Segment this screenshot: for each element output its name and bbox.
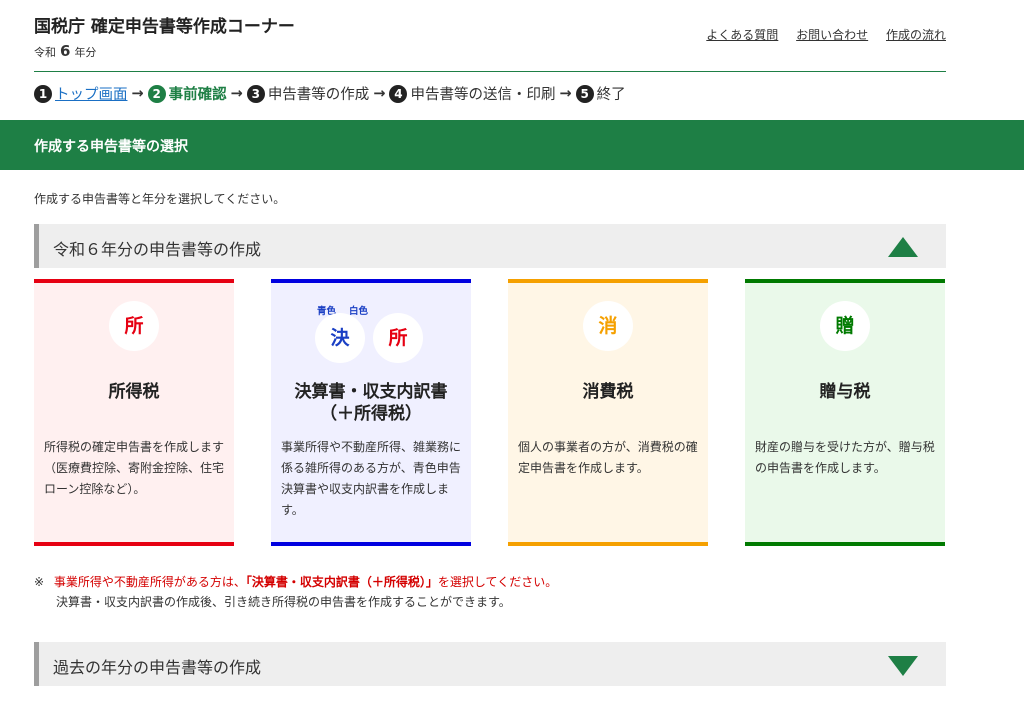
card-title: 消費税 — [582, 382, 634, 402]
collapse-triangle-icon[interactable] — [888, 237, 918, 257]
step-number-4: 4 — [389, 84, 408, 103]
step-number-5: 5 — [575, 84, 594, 103]
current-year-accordion[interactable]: 令和６年分の申告書等の作成 — [34, 224, 946, 268]
consumption-tax-icon: 消 — [583, 301, 633, 351]
card-title-sub: （＋所得税） — [320, 404, 422, 424]
step-number-1: 1 — [34, 84, 52, 103]
card-description: 財産の贈与を受けた方が、贈与税の申告書を作成します。 — [755, 440, 935, 475]
arrow-icon: → — [230, 85, 243, 102]
card-description: 事業所得や不動産所得、雑業務に係る雑所得のある方が、青色申告決算書や収支内訳書を… — [281, 440, 462, 517]
step-number-2: 2 — [147, 84, 166, 103]
note-line-1: ※ 事業所得や不動産所得がある方は、「決算書・収支内訳書（＋所得税）」を選択して… — [34, 575, 558, 589]
card-income-tax[interactable]: 所 所得税 所得税の確定申告書を作成します（医療費控除、寄附金控除、住宅ローン控… — [34, 279, 234, 546]
instruction-text: 作成する申告書等と年分を選択してください。 — [34, 192, 286, 206]
contact-link[interactable]: お問い合わせ — [796, 28, 868, 42]
progress-steps: 1 トップ画面 → 2 事前確認 → 3 申告書等の作成 → 4 申告書等の送信… — [34, 83, 626, 104]
site-title: 国税庁 確定申告書等作成コーナー — [34, 17, 295, 37]
era-year: 令和 6 年分 — [34, 42, 97, 60]
accordion-title: 過去の年分の申告書等の作成 — [53, 658, 262, 677]
arrow-icon: → — [373, 85, 386, 102]
income-tax-icon: 所 — [373, 313, 423, 363]
card-description: 所得税の確定申告書を作成します（医療費控除、寄附金控除、住宅ローン控除など）。 — [44, 440, 225, 496]
income-tax-icon: 所 — [109, 301, 159, 351]
accordion-title: 令和６年分の申告書等の作成 — [53, 240, 262, 259]
site-header: 国税庁 確定申告書等作成コーナー 令和 6 年分 よくある質問 お問い合わせ 作成の… — [34, 0, 946, 72]
note-mark: ※ — [34, 575, 45, 589]
gift-tax-icon: 贈 — [820, 301, 870, 351]
flow-link[interactable]: 作成の流れ — [886, 28, 946, 42]
past-years-accordion[interactable]: 過去の年分の申告書等の作成 — [34, 642, 946, 686]
card-gift-tax[interactable]: 贈 贈与税 財産の贈与を受けた方が、贈与税の申告書を作成します。 — [745, 279, 945, 546]
card-title: 贈与税 — [819, 382, 871, 402]
step-label: 申告書等の送信・印刷 — [410, 87, 556, 103]
card-title: 所得税 — [108, 382, 160, 402]
arrow-icon: → — [559, 85, 572, 102]
arrow-icon: → — [131, 85, 144, 102]
step-top-link[interactable]: トップ画面 — [55, 83, 128, 104]
financial-statement-icon: 決 — [315, 313, 365, 363]
step-label: 申告書等の作成 — [267, 87, 370, 103]
step-label: 終了 — [596, 87, 626, 103]
note-emphasis: 「決算書・収支内訳書（＋所得税）」 — [245, 575, 438, 589]
faq-link[interactable]: よくある質問 — [706, 28, 778, 42]
section-header-bar: 作成する申告書等の選択 — [0, 120, 1024, 170]
step-current: 事前確認 — [168, 87, 227, 103]
note-line-2: 決算書・収支内訳書の作成後、引き続き所得税の申告書を作成することができます。 — [56, 595, 511, 609]
card-consumption-tax[interactable]: 消 消費税 個人の事業者の方が、消費税の確定申告書を作成します。 — [508, 279, 708, 546]
header-links: よくある質問 お問い合わせ 作成の流れ — [692, 26, 946, 43]
white-return-label: 白色 — [349, 306, 369, 317]
expand-triangle-icon[interactable] — [888, 656, 918, 676]
note: ※ 事業所得や不動産所得がある方は、「決算書・収支内訳書（＋所得税）」を選択して… — [34, 572, 557, 612]
card-description: 個人の事業者の方が、消費税の確定申告書を作成します。 — [518, 440, 698, 475]
section-title: 作成する申告書等の選択 — [34, 139, 188, 155]
card-title: 決算書・収支内訳書 — [294, 382, 448, 402]
era-year-number: 6 — [60, 42, 71, 60]
step-number-3: 3 — [246, 84, 265, 103]
card-financial-statement[interactable]: 青色 白色 決 所 決算書・収支内訳書 （＋所得税） 事業所得や不動産所得、雑業… — [271, 279, 471, 546]
